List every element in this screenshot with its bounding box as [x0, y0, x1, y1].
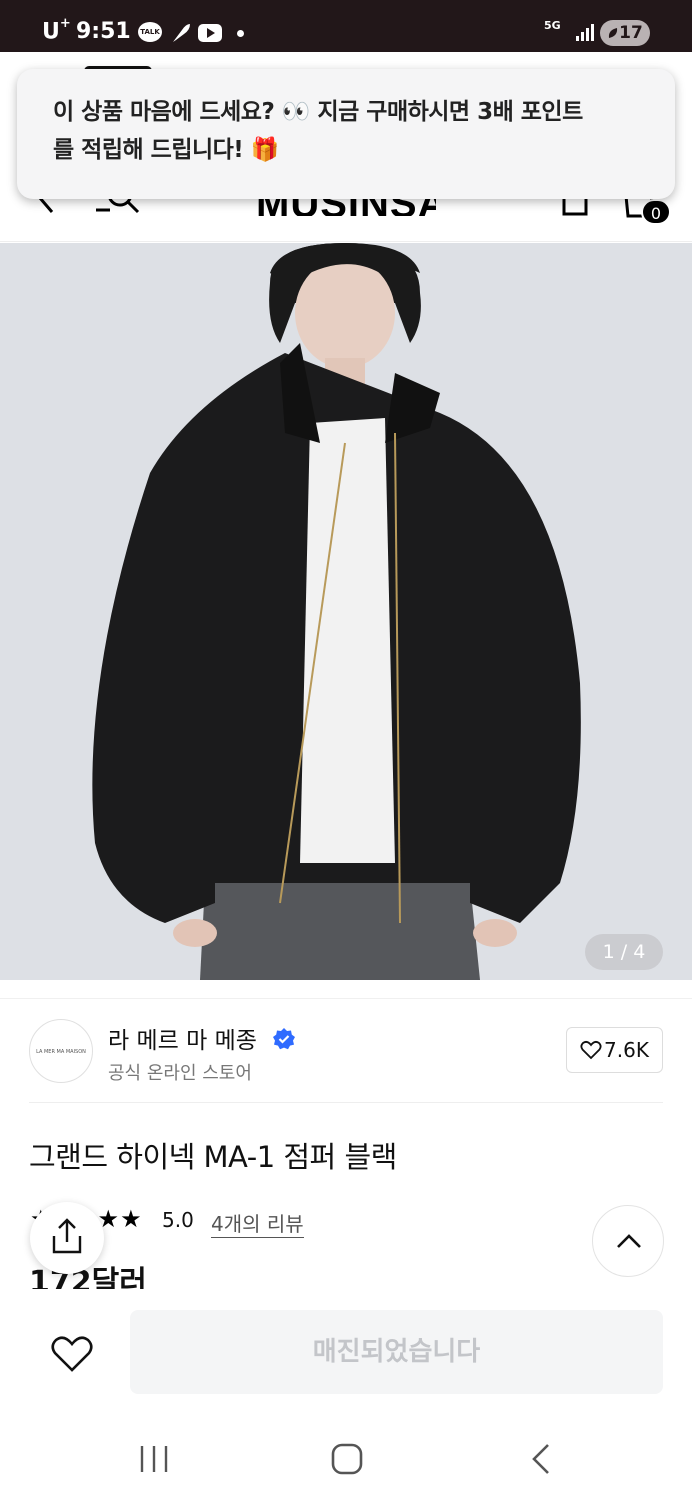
product-title: 그랜드 하이넥 MA-1 점퍼 블랙 [29, 1140, 397, 1174]
share-icon [52, 1218, 82, 1254]
brand-subtitle: 공식 온라인 스토어 [108, 1063, 252, 1084]
product-image[interactable]: 1 / 4 [0, 243, 692, 980]
bottom-purchase-bar: 매진되었습니다 [0, 1290, 692, 1420]
battery-indicator: 17 [600, 20, 650, 46]
youtube-icon [198, 24, 222, 42]
toast-line-2: 를 적립해 드립니다! 🎁 [53, 137, 279, 163]
network-5g-icon: 5G [544, 19, 561, 32]
share-button[interactable] [30, 1202, 104, 1274]
battery-saver-icon [608, 28, 618, 38]
brand-like-button[interactable]: 7.6K [566, 1027, 663, 1073]
home-nav-icon[interactable] [330, 1442, 364, 1476]
cart-count-badge: 0 [641, 199, 671, 225]
toast-line-1: 이 상품 마음에 드세요? 👀 지금 구매하시면 3배 포인트 [53, 99, 583, 125]
review-count-link[interactable]: 4개의 리뷰 [211, 1208, 304, 1238]
points-toast[interactable]: 이 상품 마음에 드세요? 👀 지금 구매하시면 3배 포인트 를 적립해 드립… [17, 69, 675, 199]
notification-dot-icon [237, 30, 244, 37]
rating-value: 5.0 [162, 1208, 194, 1232]
divider [29, 1102, 663, 1103]
brand-row[interactable]: LA MER MA MAISON 라 메르 마 메종 공식 온라인 스토어 7.… [0, 998, 692, 1102]
status-bar: U+ 9:51 TALK 5G 17 [0, 0, 692, 52]
wishlist-heart-icon[interactable] [50, 1334, 94, 1374]
battery-level: 17 [619, 23, 643, 43]
chevron-up-icon [617, 1234, 641, 1248]
kakaotalk-icon: TALK [138, 22, 162, 42]
brand-like-count: 7.6K [604, 1038, 649, 1062]
recent-apps-icon[interactable] [138, 1444, 170, 1474]
signal-icon [576, 24, 594, 41]
model-jacket-illustration [0, 243, 692, 980]
brand-name[interactable]: 라 메르 마 메종 [108, 1021, 257, 1055]
brand-logo[interactable]: LA MER MA MAISON [29, 1019, 93, 1083]
soldout-button: 매진되었습니다 [130, 1310, 663, 1394]
carrier-label: U+ [42, 16, 71, 45]
scroll-to-top-button[interactable] [592, 1205, 664, 1277]
system-nav-bar [0, 1420, 692, 1500]
image-counter: 1 / 4 [585, 934, 663, 970]
back-nav-icon[interactable] [528, 1442, 554, 1476]
feather-icon [173, 24, 190, 42]
heart-outline-icon [580, 1040, 602, 1060]
status-time: 9:51 [76, 19, 131, 44]
verified-badge-icon [273, 1028, 295, 1050]
